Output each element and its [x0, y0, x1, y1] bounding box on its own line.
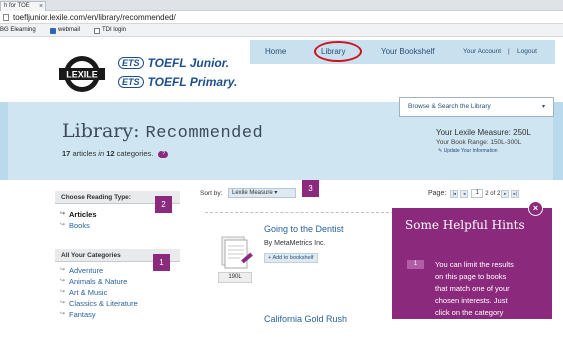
- page-title-prefix: Library:: [62, 120, 140, 142]
- hints-title: Some Helpful Hints: [405, 218, 525, 232]
- page-icon: [3, 14, 9, 21]
- pager: Page: |◂ ◂ 1 2 of 2 ▸ ▸|: [428, 189, 520, 198]
- category-count: 12: [106, 149, 115, 158]
- bookmark-webmail[interactable]: webmail: [50, 24, 80, 37]
- sort-label: Sort by:: [200, 190, 223, 197]
- browser-tab-title: h for TOE: [4, 3, 30, 9]
- book-thumbnail[interactable]: [214, 235, 254, 271]
- lexile-measure: Your Lexile Measure: 250L: [436, 128, 531, 137]
- bookmark-tdi-login[interactable]: TDI login: [94, 24, 126, 37]
- update-info-link[interactable]: ✎ Update Your Information: [438, 148, 498, 154]
- pencil-icon: ✎: [438, 148, 443, 154]
- step-tag-2: 2: [155, 196, 172, 213]
- hints-text-line: chosen interests. Just: [435, 296, 508, 305]
- plus-icon: +: [268, 255, 272, 261]
- result-title[interactable]: California Gold Rush: [264, 314, 347, 324]
- page-number-input[interactable]: 1: [471, 189, 484, 198]
- nav-logout[interactable]: Logout: [517, 40, 537, 64]
- nav-home[interactable]: Home: [265, 40, 286, 64]
- pager-label: Page:: [428, 190, 447, 197]
- toefl-junior-logo[interactable]: ETS TOEFL Junior.: [118, 56, 229, 70]
- sort-select[interactable]: Lexile Measure ▾: [228, 188, 296, 198]
- sort-value: Lexile Measure: [232, 190, 273, 196]
- ets-badge: ETS: [118, 76, 144, 88]
- category-fantasy[interactable]: Fantasy: [55, 309, 180, 320]
- category-animals-nature[interactable]: Animals & Nature: [55, 276, 180, 287]
- results-summary: 17 articles in 12 categories. ?: [62, 149, 169, 158]
- helpful-hints-panel: Some Helpful Hints 1 You can limit the r…: [392, 208, 552, 319]
- library-highlight-circle: [314, 41, 362, 62]
- hints-text-line: that match one of your: [435, 284, 510, 293]
- hints-text-line: on this page to books: [435, 272, 507, 281]
- update-info-label: Update Your Information: [443, 148, 498, 154]
- next-page-button[interactable]: ▸: [501, 189, 510, 198]
- toefl-primary-name: TOEFL Primary.: [147, 75, 238, 89]
- lexile-level-badge: 190L: [218, 272, 252, 283]
- toefl-junior-name: TOEFL Junior.: [147, 56, 230, 70]
- hints-text-line: You can limit the results: [435, 260, 514, 269]
- browser-tab-bar: h for TOE ×: [0, 0, 563, 11]
- page-bottom-edge: [0, 334, 563, 348]
- nav-bookshelf[interactable]: Your Bookshelf: [381, 40, 435, 64]
- last-page-button[interactable]: ▸|: [511, 189, 520, 198]
- reading-type-books[interactable]: Books: [55, 220, 180, 231]
- page-total: 2 of 2: [485, 190, 501, 197]
- bookmark-label: webmail: [58, 27, 81, 33]
- close-icon[interactable]: ×: [39, 3, 43, 11]
- help-icon[interactable]: ?: [158, 150, 169, 158]
- articles-word: articles: [72, 149, 97, 158]
- nav-separator: |: [508, 48, 510, 55]
- book-range: Your Book Range: 150L-300L: [436, 139, 522, 146]
- address-bar[interactable]: toefljunior.lexile.com/en/library/recomm…: [0, 11, 563, 24]
- add-to-bookshelf-label: Add to bookshelf: [272, 255, 314, 261]
- prev-page-button[interactable]: ◂: [460, 189, 469, 198]
- hints-text-line: click on the category: [435, 308, 504, 317]
- lexile-logo-text: LEXILE: [66, 70, 98, 80]
- step-tag-1: 1: [153, 254, 170, 271]
- browse-search-label: Browse & Search the Library: [408, 103, 491, 110]
- close-icon[interactable]: ×: [528, 201, 543, 216]
- bookmark-label: TDI login: [102, 27, 127, 33]
- result-title[interactable]: Going to the Dentist: [264, 224, 344, 234]
- lexile-logo[interactable]: LEXILE: [58, 54, 106, 94]
- bookmarks-bar: BG Elearning webmail TDI login: [0, 24, 563, 37]
- result-author: By MetaMetrics Inc.: [264, 240, 326, 247]
- nav-account[interactable]: Your Account: [463, 40, 501, 64]
- toefl-primary-logo[interactable]: ETS TOEFL Primary.: [118, 75, 237, 89]
- main-nav: Home Library Your Bookshelf Your Account…: [250, 40, 555, 64]
- article-count: 17: [62, 149, 71, 158]
- ets-badge: ETS: [118, 57, 144, 69]
- first-page-button[interactable]: |◂: [450, 189, 459, 198]
- add-to-bookshelf-button[interactable]: + Add to bookshelf: [264, 253, 319, 263]
- chevron-down-icon: ▾: [541, 104, 545, 110]
- page-title: Library: Recommended: [62, 120, 263, 143]
- category-classics-literature[interactable]: Classics & Literature: [55, 298, 180, 309]
- url-text[interactable]: toefljunior.lexile.com/en/library/recomm…: [13, 13, 176, 22]
- bookmark-elearning[interactable]: BG Elearning: [0, 24, 36, 37]
- in-word: in: [98, 149, 105, 158]
- bookmark-label: BG Elearning: [0, 27, 36, 33]
- categories-word: categories.: [116, 149, 154, 158]
- document-icon: [94, 27, 100, 34]
- category-art-music[interactable]: Art & Music: [55, 287, 180, 298]
- sort-bar: Sort by: Lexile Measure ▾ Page: |◂ ◂ 1 2…: [200, 188, 545, 200]
- page-title-suffix: Recommended: [145, 124, 264, 143]
- chevron-down-icon: ▾: [274, 190, 278, 196]
- browser-tab[interactable]: h for TOE ×: [0, 1, 46, 11]
- hints-step-number: 1: [407, 260, 424, 269]
- browse-search-dropdown[interactable]: Browse & Search the Library ▾: [399, 97, 554, 117]
- webmail-icon: [50, 27, 56, 34]
